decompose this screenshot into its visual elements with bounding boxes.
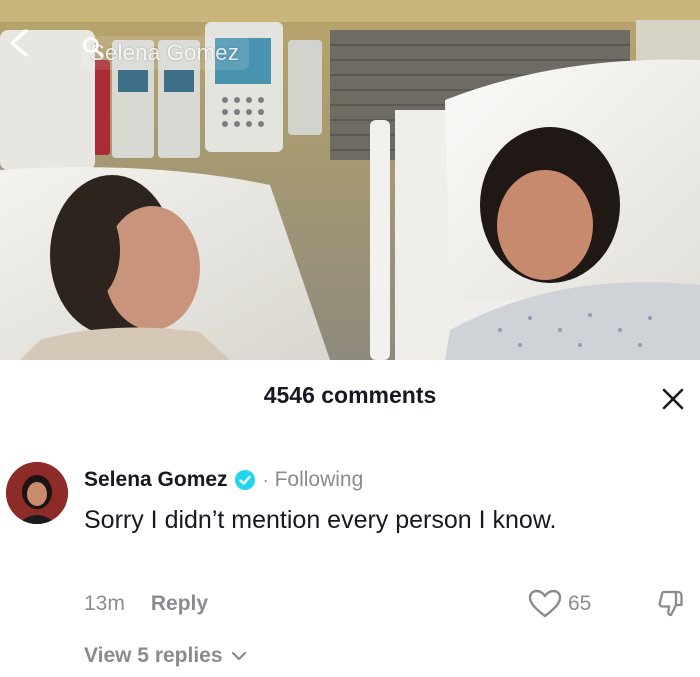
verified-badge-icon: [234, 470, 255, 490]
comment-meta-row: 13m Reply: [84, 592, 208, 616]
thumbs-down-icon: [658, 590, 683, 617]
chevron-left-icon: [10, 29, 28, 57]
like-count: 65: [568, 592, 592, 615]
video-photo[interactable]: Selena Gomez: [0, 0, 700, 360]
avatar-image: [6, 462, 68, 524]
comment-timestamp: 13m: [84, 592, 125, 615]
search-icon: [83, 37, 104, 58]
search-bar[interactable]: Selena Gomez: [82, 36, 250, 70]
close-button[interactable]: [656, 382, 690, 416]
view-replies-label: View 5 replies: [84, 644, 223, 667]
heart-icon: [528, 589, 562, 618]
close-icon: [662, 388, 684, 410]
comment-author-row: Selena Gomez · Following: [84, 468, 363, 492]
avatar[interactable]: [6, 462, 68, 524]
like-button[interactable]: 65: [528, 589, 591, 619]
view-replies-button[interactable]: View 5 replies: [84, 644, 247, 668]
separator-dot: ·: [262, 469, 269, 490]
back-button[interactable]: [6, 28, 46, 68]
follow-status[interactable]: Following: [275, 468, 364, 492]
comment-text: Sorry I didn’t mention every person I kn…: [84, 506, 557, 534]
comment-username[interactable]: Selena Gomez: [84, 468, 228, 492]
search-query-text: Selena Gomez: [90, 40, 240, 65]
reply-button[interactable]: Reply: [151, 592, 208, 616]
chevron-down-icon: [231, 651, 246, 661]
comments-header: 4546 comments: [0, 360, 700, 432]
dislike-button[interactable]: [654, 587, 688, 621]
comment-count: 4546 comments: [263, 382, 437, 408]
